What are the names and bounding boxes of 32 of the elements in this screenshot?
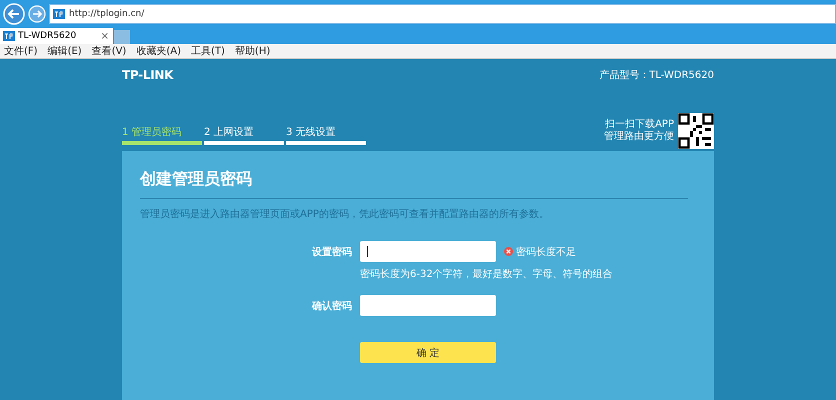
qr-code-icon	[678, 113, 714, 149]
error-icon	[504, 247, 513, 256]
field-label: 确认密码	[310, 300, 352, 312]
password-field[interactable]	[360, 241, 496, 262]
form-description: 管理员密码是进入路由器管理页面或APP的密码，凭此密码可查看并配置路由器的所有参数。	[140, 208, 550, 221]
confirm-button[interactable]: 确 定	[360, 342, 496, 363]
logo: TP-LINK	[122, 68, 174, 82]
new-tab-button[interactable]	[114, 30, 130, 44]
app-promo-text: 管理路由更方便	[604, 131, 674, 143]
menu-item[interactable]: 文件(F)	[4, 44, 38, 58]
field-hint: 密码长度为6-32个字符，最好是数字、字母、符号的组合	[360, 268, 614, 281]
site-icon	[53, 9, 65, 19]
password-field[interactable]	[360, 295, 496, 316]
menu-item[interactable]: 帮助(H)	[234, 44, 270, 58]
close-tab-button[interactable]: ×	[100, 30, 113, 42]
menu-item[interactable]: 查看(V)	[92, 44, 126, 58]
step-tab[interactable]: 3 无线设置	[286, 125, 366, 145]
menu-item[interactable]: 收藏夹(A)	[136, 44, 181, 58]
address-bar[interactable]: http://tplogin.cn/	[49, 4, 836, 24]
browser-tab[interactable]: TL-WDR5620 ×	[0, 28, 113, 44]
forward-icon[interactable]	[28, 5, 46, 23]
step-tab[interactable]: 2 上网设置	[204, 125, 284, 145]
back-icon[interactable]	[3, 3, 25, 25]
site-icon	[3, 31, 15, 41]
tab-title: TL-WDR5620	[18, 31, 78, 41]
menu-item[interactable]: 编辑(E)	[48, 44, 82, 58]
field-label: 设置密码	[310, 246, 352, 258]
menu-item[interactable]: 工具(T)	[191, 44, 225, 58]
form-title: 创建管理员密码	[140, 169, 253, 190]
app-promo-text: 扫一扫下载APP	[605, 119, 674, 130]
error-message: 密码长度不足	[516, 246, 576, 258]
model-label: 产品型号：TL-WDR5620	[599, 68, 714, 82]
